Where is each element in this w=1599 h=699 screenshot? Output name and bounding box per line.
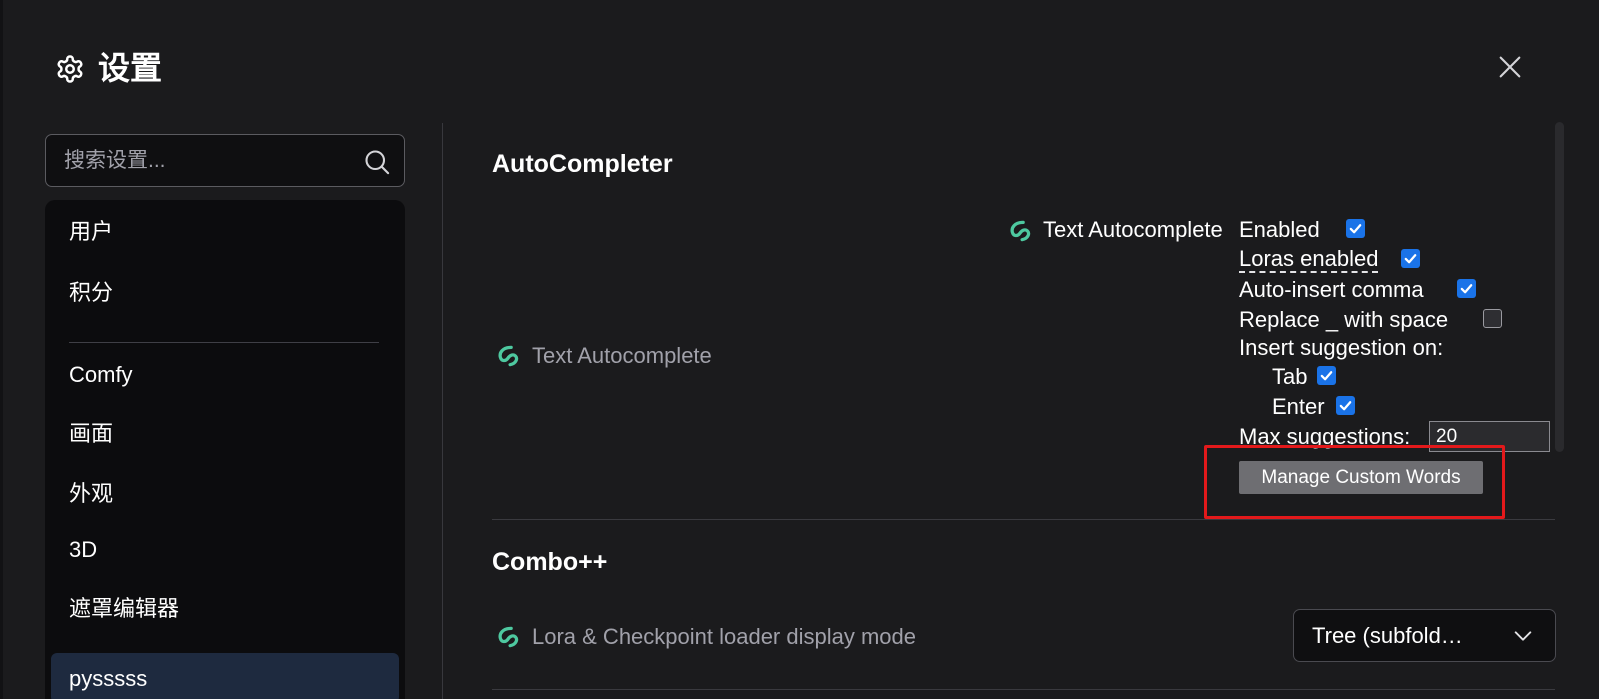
dialog-title: 设置 [98, 50, 163, 86]
auto-insert-comma-label: Auto-insert comma [1239, 277, 1424, 302]
setting-label-text-autocomplete: Text Autocomplete [532, 343, 712, 368]
loras-enabled-checkbox[interactable] [1401, 249, 1420, 268]
display-mode-value: Tree (subfold… [1312, 623, 1463, 648]
replace-underscore-checkbox[interactable] [1483, 309, 1502, 328]
section-divider [492, 519, 1555, 520]
sidebar-item-pysssss[interactable]: pysssss [69, 664, 147, 694]
sidebar-item-credits[interactable]: 积分 [69, 278, 113, 308]
scrollbar[interactable] [1555, 122, 1564, 452]
window-edge [0, 0, 3, 699]
pysssss-icon [498, 626, 519, 648]
loras-enabled-text: Loras enabled [1239, 246, 1379, 273]
setting-label-display-mode: Lora & Checkpoint loader display mode [532, 624, 917, 649]
enter-checkbox[interactable] [1336, 396, 1355, 415]
sidebar: 用户 积分 Comfy 画面 外观 3D 遮罩编辑器 pysssss [45, 200, 405, 699]
enter-label: Enter [1272, 394, 1325, 419]
chevron-down-icon [1514, 631, 1532, 641]
section-title-autocompleter: AutoCompleter [492, 150, 673, 178]
sidebar-divider [69, 342, 379, 343]
pysssss-icon [498, 345, 519, 367]
settings-dialog: 设置 用户 积分 Comfy 画面 外观 3D 遮罩编辑器 pysssss Au… [0, 0, 1599, 699]
enabled-checkbox[interactable] [1346, 219, 1365, 238]
tab-checkbox[interactable] [1317, 366, 1336, 385]
display-mode-select[interactable]: Tree (subfold… [1293, 609, 1556, 662]
sidebar-item-user[interactable]: 用户 [69, 217, 113, 247]
panel-divider [442, 123, 443, 699]
loras-enabled-label: Loras enabled [1239, 245, 1379, 273]
replace-underscore-label: Replace _ with space [1239, 307, 1449, 332]
section-title-combo: Combo++ [492, 548, 608, 576]
pysssss-icon [1010, 220, 1031, 242]
section-divider [492, 689, 1555, 690]
auto-insert-comma-checkbox[interactable] [1457, 279, 1476, 298]
gear-icon [57, 55, 83, 83]
sidebar-item-appearance[interactable]: 外观 [69, 479, 113, 509]
sidebar-item-3d[interactable]: 3D [69, 535, 97, 565]
search-input[interactable] [64, 147, 344, 175]
search-icon[interactable] [363, 148, 391, 176]
sidebar-item-comfy[interactable]: Comfy [69, 360, 133, 390]
search-box [45, 134, 405, 187]
close-icon[interactable] [1496, 53, 1524, 81]
sidebar-item-mask-editor[interactable]: 遮罩编辑器 [69, 594, 179, 624]
sidebar-item-canvas[interactable]: 画面 [69, 419, 113, 449]
highlight-annotation [1204, 445, 1505, 519]
autocomplete-panel-title: Text Autocomplete [1043, 217, 1223, 242]
insert-suggestion-label: Insert suggestion on: [1239, 335, 1444, 360]
enabled-label: Enabled [1239, 217, 1320, 242]
tab-label: Tab [1272, 364, 1308, 389]
